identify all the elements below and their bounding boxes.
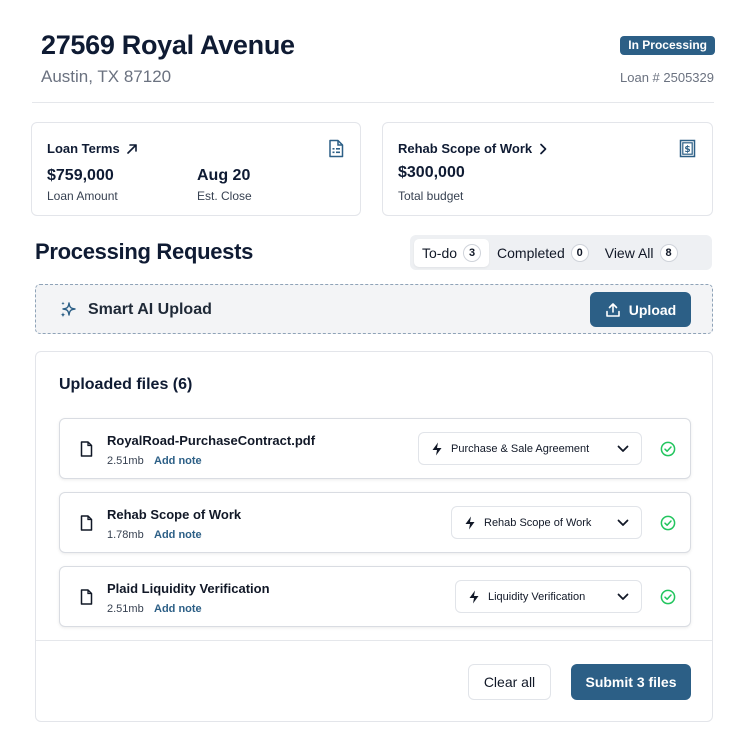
document-icon (329, 139, 344, 158)
rehab-scope-card[interactable]: Rehab Scope of Work $ $300,000 Total bud… (382, 122, 713, 216)
loan-amount-value: $759,000 (47, 167, 114, 184)
smart-upload-label: Smart AI Upload (88, 301, 212, 318)
submit-files-button[interactable]: Submit 3 files (571, 664, 691, 700)
header-divider (32, 102, 714, 103)
upload-button[interactable]: Upload (590, 292, 691, 327)
tab-label: To-do (422, 244, 458, 261)
loan-terms-card[interactable]: Loan Terms $759,000 Loan Amount Aug 20 E… (31, 122, 361, 216)
processing-requests-title: Processing Requests (35, 239, 254, 264)
receipt-icon: $ (679, 139, 696, 158)
loan-number: Loan # 2505329 (620, 70, 714, 85)
file-size: 1.78mb (107, 529, 144, 541)
tab-completed[interactable]: Completed 0 (489, 239, 597, 267)
document-type-value: Purchase & Sale Agreement (451, 442, 590, 455)
arrow-up-right-icon (126, 143, 137, 154)
chevron-right-icon (540, 143, 547, 154)
total-budget-label: Total budget (398, 189, 464, 203)
status-badge: In Processing (620, 36, 715, 55)
lightning-icon (465, 516, 475, 529)
clear-all-button[interactable]: Clear all (468, 664, 551, 700)
rehab-scope-title: Rehab Scope of Work (398, 141, 533, 156)
loan-terms-link[interactable]: Loan Terms (47, 141, 138, 156)
loan-terms-title: Loan Terms (47, 141, 120, 156)
chevron-down-icon (617, 593, 629, 600)
upload-button-label: Upload (628, 301, 677, 318)
tab-count-badge: 0 (570, 243, 589, 262)
panel-divider (36, 640, 712, 641)
file-size: 2.51mb (107, 603, 144, 615)
add-note-link[interactable]: Add note (154, 529, 202, 541)
file-name: Rehab Scope of Work (107, 507, 242, 522)
rehab-scope-link[interactable]: Rehab Scope of Work (398, 141, 548, 156)
file-name: RoyalRoad-PurchaseContract.pdf (107, 433, 316, 448)
tab-label: View All (604, 244, 654, 261)
add-note-link[interactable]: Add note (154, 603, 202, 615)
est-close-label: Est. Close (197, 189, 252, 203)
file-row: Plaid Liquidity Verification 2.51mb Add … (59, 566, 691, 627)
loan-amount-label: Loan Amount (47, 189, 118, 203)
tab-count-badge: 3 (463, 243, 482, 262)
file-row: RoyalRoad-PurchaseContract.pdf 2.51mb Ad… (59, 418, 691, 479)
check-circle-icon (660, 515, 676, 531)
document-type-select[interactable]: Purchase & Sale Agreement (418, 432, 642, 465)
document-type-select[interactable]: Rehab Scope of Work (451, 506, 642, 539)
tab-todo[interactable]: To-do 3 (414, 238, 490, 267)
tab-label: Completed (497, 244, 565, 261)
tab-count-badge: 8 (659, 243, 678, 262)
chevron-down-icon (617, 519, 629, 526)
file-icon (80, 589, 93, 605)
property-address: Austin, TX 87120 (41, 67, 172, 86)
lightning-icon (469, 590, 479, 603)
file-size: 2.51mb (107, 455, 144, 467)
document-type-select[interactable]: Liquidity Verification (455, 580, 642, 613)
file-row: Rehab Scope of Work 1.78mb Add note Reha… (59, 492, 691, 553)
lightning-icon (432, 442, 442, 455)
uploaded-files-panel: Uploaded files (6) RoyalRoad-PurchaseCon… (35, 351, 713, 722)
document-type-value: Liquidity Verification (488, 590, 586, 603)
file-name: Plaid Liquidity Verification (107, 581, 270, 596)
document-type-value: Rehab Scope of Work (484, 516, 592, 529)
uploaded-files-title: Uploaded files (6) (59, 376, 193, 393)
smart-upload-dropzone[interactable]: Smart AI Upload Upload (35, 284, 713, 334)
check-circle-icon (660, 589, 676, 605)
file-icon (80, 515, 93, 531)
upload-icon (605, 302, 620, 317)
check-circle-icon (660, 441, 676, 457)
chevron-down-icon (617, 445, 629, 452)
request-tabs: To-do 3 Completed 0 View All 8 (410, 235, 712, 270)
est-close-value: Aug 20 (197, 167, 251, 184)
file-icon (80, 441, 93, 457)
sparkles-icon (60, 301, 76, 318)
total-budget-value: $300,000 (398, 164, 465, 181)
tab-view-all[interactable]: View All 8 (597, 239, 686, 267)
add-note-link[interactable]: Add note (154, 455, 202, 467)
page-title: 27569 Royal Avenue (41, 30, 295, 60)
svg-text:$: $ (684, 145, 690, 155)
